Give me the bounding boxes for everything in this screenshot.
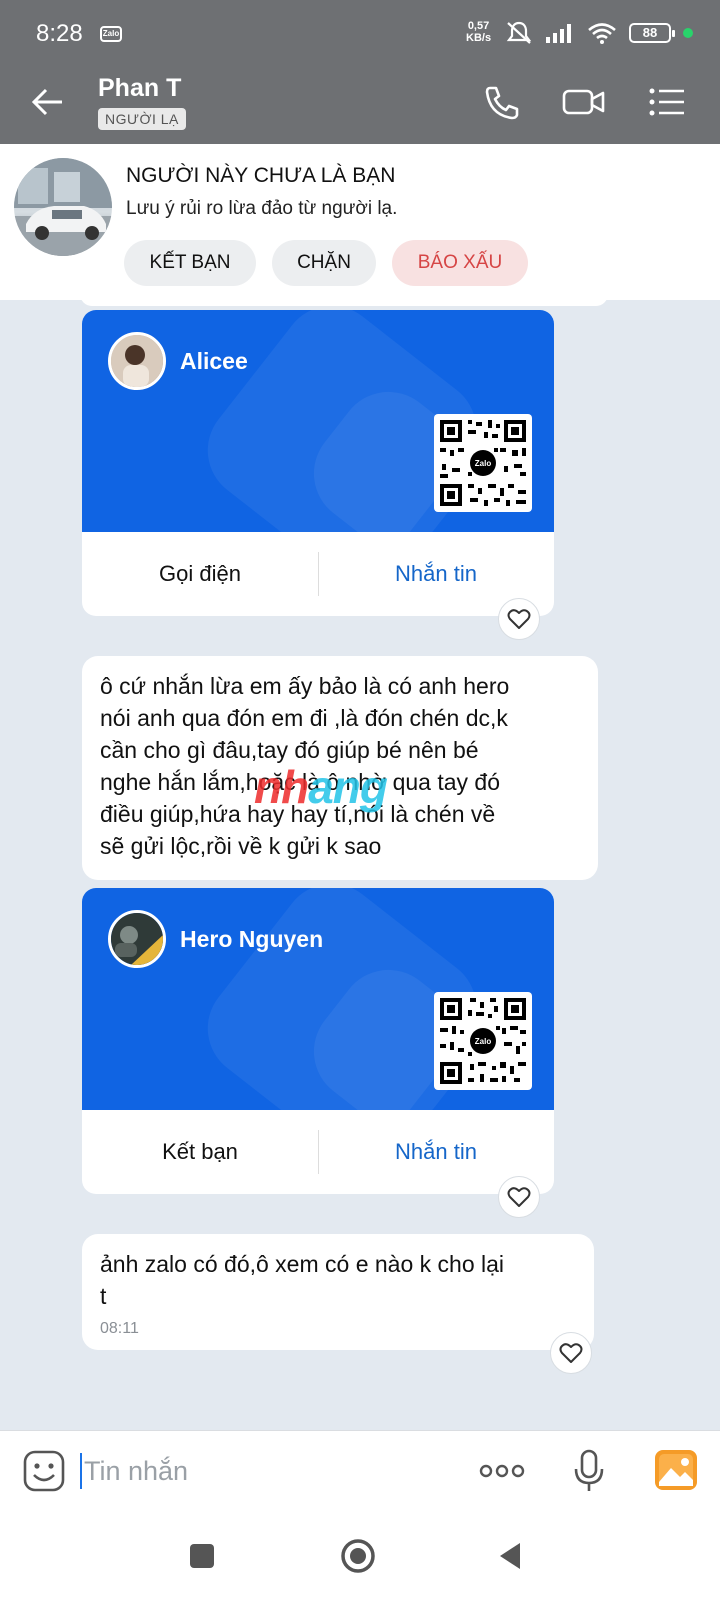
network-speed-unit: KB/s: [466, 32, 492, 44]
card-contact-name: Hero Nguyen: [180, 926, 324, 952]
phone-icon[interactable]: [480, 82, 524, 122]
like-button[interactable]: [498, 598, 540, 640]
qr-code[interactable]: Zalo: [434, 414, 532, 512]
network-speed: 0,57 KB/s: [466, 20, 491, 44]
mute-icon: [506, 21, 532, 44]
contact-card-header: Alicee Zalo: [82, 310, 554, 532]
text-caret: [80, 1453, 82, 1489]
circle-icon[interactable]: [338, 1536, 378, 1576]
add-friend-card-button[interactable]: Kết bạn: [82, 1110, 318, 1194]
back-arrow-icon[interactable]: [28, 82, 68, 122]
add-friend-button[interactable]: KẾT BẠN: [124, 240, 256, 286]
network-speed-value: 0,57: [467, 20, 490, 32]
contact-card-header: Hero Nguyen Zalo: [82, 888, 554, 1110]
message-input-bar: [0, 1430, 720, 1510]
chat-header: Phan T NGƯỜI LẠ: [0, 62, 720, 144]
heart-icon: [507, 609, 531, 629]
heart-icon: [507, 1187, 531, 1207]
status-icons: 88: [505, 20, 693, 46]
square-icon[interactable]: [182, 1536, 222, 1576]
status-bar: 8:28 Zalo 0,57 KB/s 88: [0, 0, 720, 62]
person-photo: [111, 913, 163, 965]
list-menu-icon[interactable]: [646, 82, 690, 122]
call-button[interactable]: Gọi điện: [82, 532, 318, 616]
contact-card-message[interactable]: Hero Nguyen Zalo Kết bạn Nhắn tin: [82, 888, 554, 1194]
message-line: ảnh zalo có đó,ô xem có e nào k cho lại: [100, 1251, 505, 1277]
notice-text: Lưu ý rủi ro lừa đảo từ người lạ.: [126, 198, 398, 219]
chat-messages[interactable]: Alicee Zalo Gọi điện Nhắn tin ô cứ nhắn …: [0, 294, 720, 1430]
card-contact-name: Alicee: [180, 348, 248, 374]
privacy-dot: [683, 28, 693, 38]
signal-icon: [546, 24, 571, 43]
contact-card-message[interactable]: Alicee Zalo Gọi điện Nhắn tin: [82, 310, 554, 616]
microphone-icon[interactable]: [572, 1449, 606, 1493]
watermark-part-1: nh: [254, 761, 309, 813]
like-button[interactable]: [550, 1332, 592, 1374]
stranger-notice-panel: NGƯỜI NÀY CHƯA LÀ BẠN Lưu ý rủi ro lừa đ…: [0, 144, 720, 300]
person-photo: [111, 335, 163, 387]
notice-title: NGƯỜI NÀY CHƯA LÀ BẠN: [126, 164, 396, 187]
video-camera-icon[interactable]: [562, 82, 606, 122]
report-button[interactable]: BÁO XẤU: [392, 240, 528, 286]
more-dots-icon[interactable]: [478, 1459, 526, 1483]
emoji-icon[interactable]: [22, 1449, 66, 1493]
system-navigation-bar: [0, 1510, 720, 1600]
message-line: t: [100, 1283, 107, 1309]
car-photo: [14, 158, 112, 256]
contact-avatar[interactable]: [14, 158, 112, 256]
message-line: nói anh qua đón em đi ,là đón chén dc,k: [100, 705, 508, 731]
message-time: 08:11: [100, 1320, 139, 1337]
zalo-notification-icon: Zalo: [100, 26, 122, 42]
qr-logo-text: Zalo: [475, 1037, 492, 1046]
watermark-part-2: ang: [308, 761, 388, 813]
battery-indicator: 88: [629, 23, 675, 43]
qr-logo-text: Zalo: [475, 459, 492, 468]
message-input[interactable]: [84, 1451, 424, 1491]
card-avatar[interactable]: [108, 332, 166, 390]
like-button[interactable]: [498, 1176, 540, 1218]
status-time: 8:28: [36, 20, 83, 47]
triangle-back-icon[interactable]: [492, 1536, 532, 1576]
text-message[interactable]: ảnh zalo có đó,ô xem có e nào k cho lại …: [82, 1234, 594, 1350]
message-line: sẽ gửi lộc,rồi về k gửi k sao: [100, 833, 382, 859]
heart-icon: [559, 1343, 583, 1363]
qr-code[interactable]: Zalo: [434, 992, 532, 1090]
qr-code-image: Zalo: [440, 420, 526, 506]
block-button[interactable]: CHẶN: [272, 240, 376, 286]
image-icon[interactable]: [654, 1449, 698, 1491]
card-actions: Kết bạn Nhắn tin: [82, 1110, 554, 1194]
card-avatar[interactable]: [108, 910, 166, 968]
previous-message-edge: [80, 294, 608, 306]
card-actions: Gọi điện Nhắn tin: [82, 532, 554, 616]
wifi-icon: [588, 23, 616, 44]
message-line: ô cứ nhắn lừa em ấy bảo là có anh hero: [100, 673, 510, 699]
stranger-badge: NGƯỜI LẠ: [98, 108, 186, 130]
contact-name[interactable]: Phan T: [98, 74, 181, 103]
watermark-logo: nhang: [254, 760, 388, 814]
qr-code-image: Zalo: [440, 998, 526, 1084]
